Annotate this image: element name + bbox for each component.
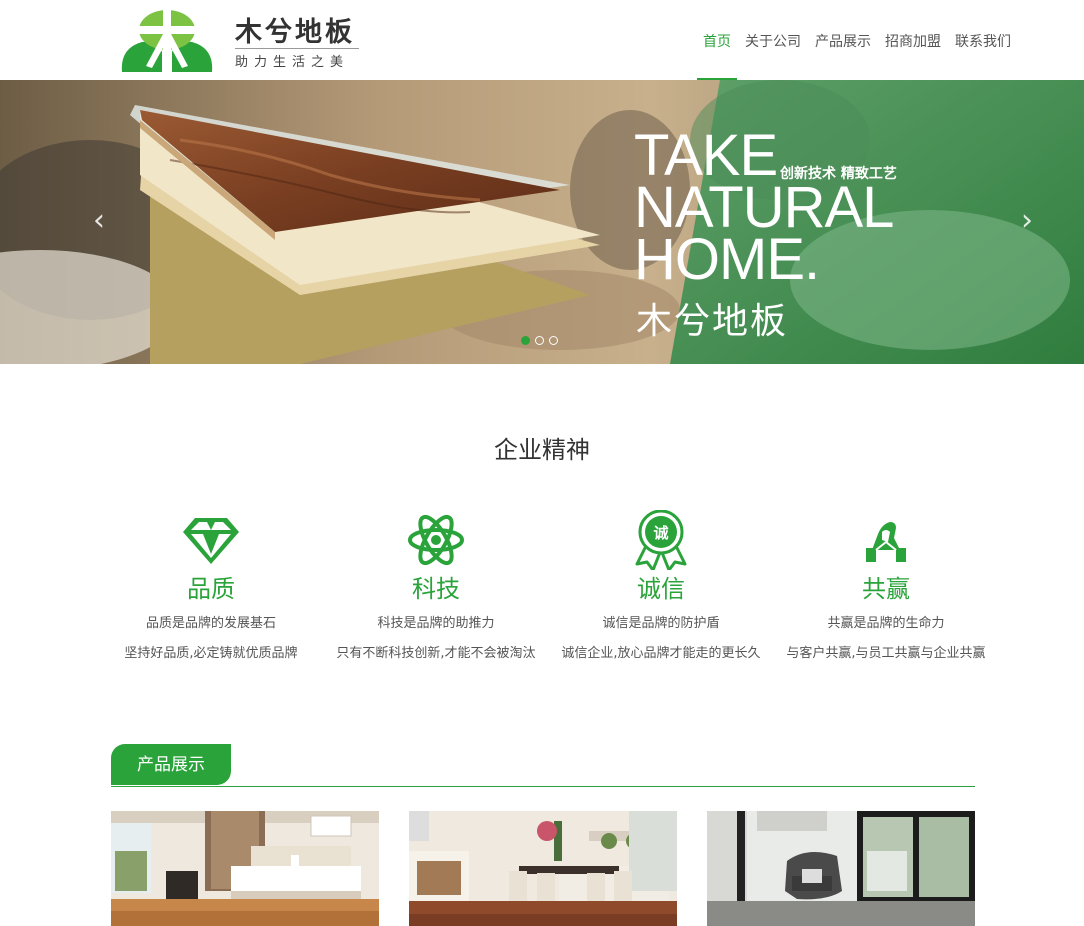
logo[interactable]: 木兮地板 助力生活之美	[118, 8, 366, 74]
products-tab[interactable]: 产品展示	[111, 744, 231, 785]
spirit-item: 品质 品质是品牌的发展基石 坚持好品质,必定铸就优质品牌	[106, 510, 316, 664]
spirit-name: 品质	[187, 575, 235, 603]
award-badge-icon: 诚	[635, 510, 687, 570]
product-image	[111, 811, 379, 926]
product-card-bedroom[interactable]	[111, 811, 379, 926]
spirit-list: 品质 品质是品牌的发展基石 坚持好品质,必定铸就优质品牌 科技 科技是品牌的助推…	[106, 510, 986, 690]
spirit-tagline: 诚信是品牌的防护盾	[602, 616, 720, 631]
nav-item-home[interactable]: 首页	[697, 0, 737, 80]
slide-dot[interactable]	[521, 336, 530, 345]
logo-mark-icon	[121, 10, 213, 74]
slide-indicators	[521, 336, 563, 345]
spirit-description: 只有不断科技创新,才能不会被淘汰	[336, 646, 536, 661]
brand-slogan: 助力生活之美	[235, 55, 350, 70]
spirit-item: 诚 诚信 诚信是品牌的防护盾 诚信企业,放心品牌才能走的更长久	[556, 510, 766, 664]
product-card-dining[interactable]	[409, 811, 677, 926]
nav-item-franchise[interactable]: 招商加盟	[885, 0, 941, 80]
badge-text: 诚	[653, 524, 668, 542]
spirit-name: 诚信	[637, 575, 685, 603]
hero-banner[interactable]: ‹ › TAKE NATURAL HOME. 创新技术 精致工艺 木兮地板	[0, 80, 1084, 364]
spirit-tagline: 共赢是品牌的生命力	[827, 616, 945, 631]
spirit-item: 共赢 共赢是品牌的生命力 与客户共赢,与员工共赢与企业共赢	[781, 510, 991, 664]
main-nav: 首页 关于公司 产品展示 招商加盟 联系我们	[689, 0, 1011, 80]
chevron-right-icon: ›	[1021, 203, 1033, 238]
products-header: 产品展示	[111, 744, 975, 787]
product-image	[707, 811, 975, 926]
spirit-description: 与客户共赢,与员工共赢与企业共赢	[786, 646, 986, 661]
chevron-left-icon: ‹	[93, 203, 105, 238]
nav-item-contact[interactable]: 联系我们	[955, 0, 1011, 80]
product-grid	[111, 811, 975, 926]
product-image	[409, 811, 677, 926]
product-card-living[interactable]	[707, 811, 975, 926]
spirit-name: 科技	[412, 575, 460, 603]
banner-brand: 木兮地板	[636, 301, 789, 342]
spirit-item: 科技 科技是品牌的助推力 只有不断科技创新,才能不会被淘汰	[331, 510, 541, 664]
header: 木兮地板 助力生活之美 首页 关于公司 产品展示 招商加盟 联系我们	[0, 0, 1084, 80]
spirit-tagline: 科技是品牌的助推力	[377, 616, 495, 631]
nav-item-products[interactable]: 产品展示	[815, 0, 871, 80]
spirit-description: 坚持好品质,必定铸就优质品牌	[124, 646, 298, 661]
banner-prev-button[interactable]: ‹	[88, 204, 110, 238]
handshake-icon	[866, 522, 906, 562]
slide-dot[interactable]	[535, 336, 544, 345]
banner-next-button[interactable]: ›	[1016, 204, 1038, 238]
spirit-tagline: 品质是品牌的发展基石	[145, 616, 276, 631]
atom-icon	[408, 514, 464, 566]
logo-divider	[235, 48, 359, 49]
banner-tagline: 创新技术 精致工艺	[780, 166, 897, 182]
brand-name: 木兮地板	[235, 17, 355, 48]
nav-item-about[interactable]: 关于公司	[745, 0, 801, 80]
banner-heading: TAKE NATURAL HOME.	[634, 123, 894, 292]
slide-dot[interactable]	[549, 336, 558, 345]
section-title-spirit: 企业精神	[494, 436, 590, 464]
spirit-name: 共赢	[862, 575, 910, 603]
diamond-icon	[183, 518, 239, 564]
banner-image	[0, 80, 1084, 364]
spirit-description: 诚信企业,放心品牌才能走的更长久	[561, 646, 761, 661]
